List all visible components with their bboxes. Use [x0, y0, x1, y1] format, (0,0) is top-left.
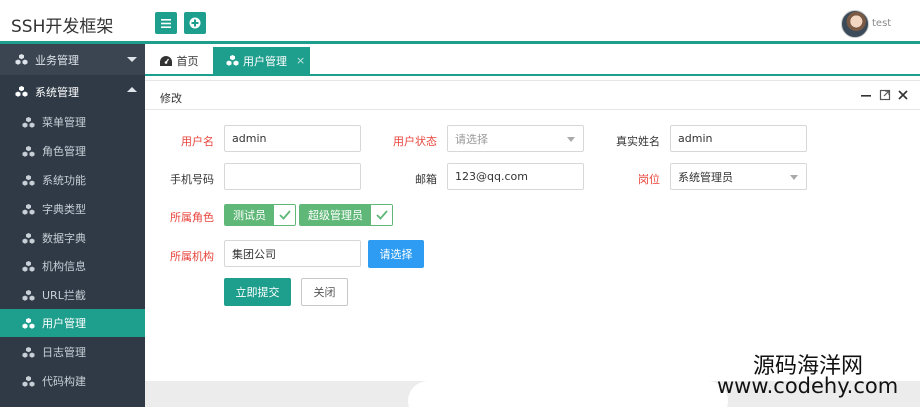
- sidebar-item-org[interactable]: 机构信息: [0, 252, 145, 280]
- sidebar-item-menu[interactable]: 菜单管理: [0, 108, 145, 136]
- cubes-icon: [22, 317, 35, 329]
- caret-down-icon: [567, 137, 575, 142]
- tab-user-management[interactable]: 用户管理 ×: [213, 47, 310, 74]
- cubes-icon: [22, 375, 35, 387]
- sidebar: 业务管理 系统管理 菜单管理 角色管理 系统功能 字典类型 数据字典 机构信息 …: [0, 44, 145, 407]
- sidebar-item-role[interactable]: 角色管理: [0, 137, 145, 165]
- roles-label: 所属角色: [170, 211, 214, 224]
- sidebar-item-label: 菜单管理: [42, 116, 86, 129]
- username-label: 用户名: [181, 135, 214, 148]
- sidebar-item-user[interactable]: 用户管理: [0, 309, 145, 337]
- status-placeholder: 请选择: [455, 132, 488, 146]
- email-input[interactable]: 123@qq.com: [447, 163, 584, 190]
- cubes-icon: [22, 289, 35, 301]
- status-label: 用户状态: [393, 135, 437, 148]
- cubes-icon: [22, 174, 35, 186]
- sidebar-item-label: 数据字典: [42, 232, 86, 245]
- close-button[interactable]: 关闭: [301, 278, 348, 306]
- panel-header: 修改: [145, 80, 920, 110]
- maximize-icon[interactable]: [879, 89, 891, 101]
- realname-label: 真实姓名: [616, 135, 660, 148]
- sidebar-item-label: 日志管理: [42, 346, 86, 359]
- sidebar-item-label: 系统功能: [42, 174, 86, 187]
- tab-bar: 首页 用户管理 ×: [145, 47, 920, 76]
- dashboard-icon: [159, 55, 172, 66]
- sidebar-item-codegen[interactable]: 代码构建: [0, 367, 145, 395]
- role-label: 测试员: [225, 205, 274, 225]
- role-checkbox-superadmin[interactable]: 超级管理员: [299, 204, 393, 226]
- close-icon[interactable]: [897, 89, 909, 101]
- sidebar-item-label: 代码构建: [42, 375, 86, 388]
- role-label: 超级管理员: [300, 205, 371, 225]
- cubes-icon: [22, 145, 35, 157]
- phone-label: 手机号码: [170, 173, 214, 186]
- app-logo-title: SSH开发框架: [11, 17, 114, 37]
- menu-icon: [161, 18, 171, 28]
- status-select[interactable]: 请选择: [447, 125, 584, 152]
- tab-label: 首页: [176, 54, 199, 68]
- submit-button[interactable]: 立即提交: [224, 278, 291, 306]
- cubes-icon: [22, 116, 35, 128]
- realname-input[interactable]: admin: [670, 125, 807, 152]
- cubes-icon: [22, 203, 35, 215]
- sidebar-group-label: 业务管理: [35, 53, 79, 67]
- cubes-icon: [22, 346, 35, 358]
- cubes-icon: [22, 232, 35, 244]
- sidebar-item-function[interactable]: 系统功能: [0, 166, 145, 194]
- menu-toggle-button[interactable]: [155, 12, 177, 34]
- role-checkbox-tester[interactable]: 测试员: [224, 204, 296, 226]
- post-label: 岗位: [638, 173, 660, 186]
- cubes-icon: [15, 54, 28, 65]
- bottom-pill: [408, 381, 728, 407]
- tab-label: 用户管理: [243, 54, 287, 68]
- username-input[interactable]: admin: [224, 125, 361, 152]
- watermark-line2: www.codehy.com: [717, 374, 899, 398]
- phone-input[interactable]: [224, 163, 361, 190]
- post-value: 系统管理员: [678, 170, 733, 184]
- minimize-icon[interactable]: [860, 89, 872, 101]
- sidebar-item-log[interactable]: 日志管理: [0, 338, 145, 366]
- sidebar-group-label: 系统管理: [35, 85, 79, 99]
- sidebar-item-url[interactable]: URL拦截: [0, 281, 145, 309]
- sidebar-item-label: 用户管理: [42, 317, 86, 330]
- top-header: SSH开发框架 test: [0, 0, 920, 44]
- org-label: 所属机构: [170, 250, 214, 263]
- close-icon[interactable]: ×: [296, 54, 305, 67]
- user-name[interactable]: test: [872, 18, 891, 29]
- cubes-icon: [22, 260, 35, 272]
- sidebar-item-label: 角色管理: [42, 145, 86, 158]
- cubes-icon: [226, 55, 239, 66]
- sidebar-group-business[interactable]: 业务管理: [0, 44, 145, 75]
- avatar[interactable]: [841, 10, 869, 38]
- check-icon: [274, 205, 295, 225]
- sidebar-item-label: URL拦截: [42, 289, 86, 302]
- sidebar-item-dict-data[interactable]: 数据字典: [0, 224, 145, 252]
- tab-home[interactable]: 首页: [145, 47, 213, 74]
- sidebar-item-label: 机构信息: [42, 260, 86, 273]
- cubes-icon: [15, 86, 28, 97]
- caret-down-icon: [790, 175, 798, 180]
- check-icon: [371, 205, 392, 225]
- add-button[interactable]: [184, 12, 206, 34]
- org-input[interactable]: 集团公司: [224, 240, 361, 267]
- sidebar-item-dict-type[interactable]: 字典类型: [0, 195, 145, 223]
- panel-title: 修改: [160, 92, 182, 105]
- plus-circle-icon: [189, 17, 201, 29]
- email-label: 邮箱: [415, 173, 437, 186]
- post-select[interactable]: 系统管理员: [670, 163, 807, 190]
- chevron-up-icon: [127, 87, 137, 92]
- sidebar-group-system[interactable]: 系统管理: [0, 76, 145, 107]
- sidebar-item-label: 字典类型: [42, 203, 86, 216]
- chevron-down-icon: [127, 57, 137, 62]
- org-select-button[interactable]: 请选择: [368, 240, 424, 268]
